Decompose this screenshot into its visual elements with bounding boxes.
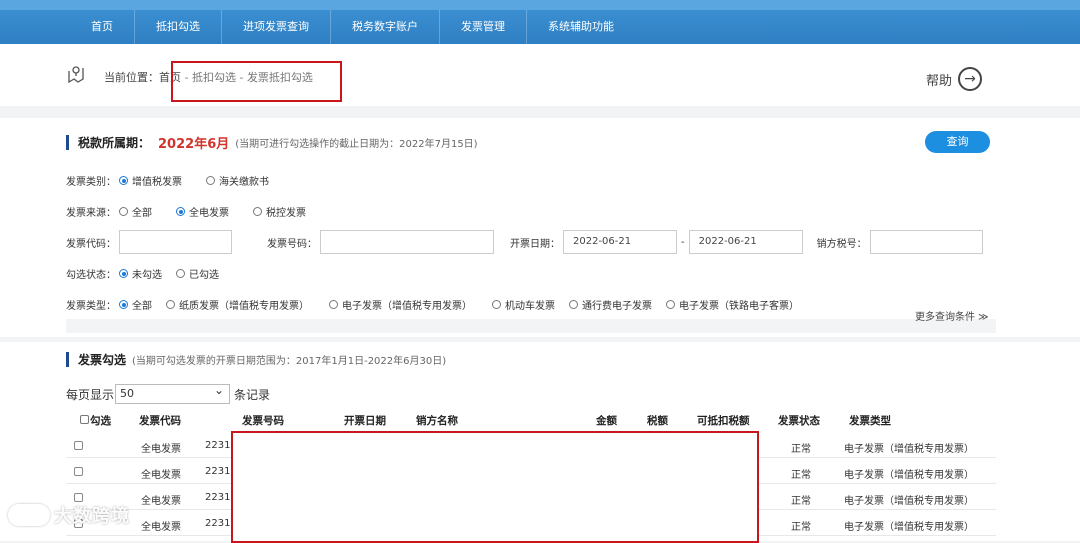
help-link[interactable]: 帮助 → xyxy=(926,67,983,91)
row-checkbox[interactable] xyxy=(74,493,83,502)
date-from-input[interactable]: 2022-06-21 xyxy=(563,230,677,254)
section-divider xyxy=(0,337,1080,342)
radio-type-all[interactable]: 全部 xyxy=(119,297,152,312)
radio-type-toll[interactable]: 通行费电子发票 xyxy=(569,297,652,312)
breadcrumb-prefix: 当前位置： xyxy=(104,71,159,84)
radio-selected[interactable]: 已勾选 xyxy=(176,266,219,281)
query-button[interactable]: 查询 xyxy=(925,131,990,153)
nav-deduction-select[interactable]: 抵扣勾选 xyxy=(135,10,222,44)
radio-source-full-digital[interactable]: 全电发票 xyxy=(176,204,229,219)
search-inputs-row: 发票代码： 发票号码： 开票日期： 2022-06-21 - 2022-06-2… xyxy=(66,230,983,254)
page-size-control: 每页显示 50 条记录 xyxy=(66,381,270,404)
radio-type-electronic-vat[interactable]: 电子发票（增值税专用发票） xyxy=(329,297,472,312)
page-size-select[interactable]: 50 xyxy=(115,381,231,404)
table-header: 勾选 发票代码 发票号码 开票日期 销方名称 金额 税额 可抵扣税额 发票状态 … xyxy=(66,410,996,432)
redaction-box xyxy=(231,431,759,543)
row-checkbox[interactable] xyxy=(74,467,83,476)
select-status-row: 勾选状态： 未勾选 已勾选 xyxy=(66,266,243,281)
nav-input-invoice-query[interactable]: 进项发票查询 xyxy=(222,10,331,44)
invoice-number-input[interactable] xyxy=(320,230,494,254)
select-all-checkbox[interactable] xyxy=(80,415,89,424)
more-conditions-toggle[interactable]: 更多查询条件 ≫ xyxy=(915,308,989,323)
radio-type-paper-vat[interactable]: 纸质发票（增值税专用发票） xyxy=(166,297,309,312)
invoice-code-input[interactable] xyxy=(119,230,232,254)
nav-system-tools[interactable]: 系统辅助功能 xyxy=(527,10,635,44)
invoice-select-hint: (当期可勾选发票的开票日期范围为：2017年1月1日-2022年6月30日) xyxy=(132,356,447,367)
nav-home[interactable]: 首页 xyxy=(70,10,135,44)
radio-source-tax-control[interactable]: 税控发票 xyxy=(253,204,306,219)
watermark: 大数跨境 xyxy=(8,502,130,528)
help-label: 帮助 xyxy=(926,73,953,89)
invoice-source-row: 发票来源： 全部 全电发票 税控发票 xyxy=(66,204,330,219)
invoice-select-title: 发票勾选 (当期可勾选发票的开票日期范围为：2017年1月1日-2022年6月3… xyxy=(66,351,446,368)
radio-customs-payment[interactable]: 海关缴款书 xyxy=(206,173,269,188)
date-to-input[interactable]: 2022-06-21 xyxy=(688,230,803,254)
seller-tax-id-input[interactable] xyxy=(869,230,983,254)
location-icon xyxy=(68,66,84,84)
nav-invoice-management[interactable]: 发票管理 xyxy=(440,10,527,44)
main-panel: 税款所属期： 2022年6月 (当期可进行勾选操作的截止日期为：2022年7月1… xyxy=(0,118,1080,543)
main-nav: 首页 抵扣勾选 进项发票查询 税务数字账户 发票管理 系统辅助功能 xyxy=(70,10,635,44)
radio-source-all[interactable]: 全部 xyxy=(119,204,152,219)
radio-unselected[interactable]: 未勾选 xyxy=(119,266,162,281)
watermark-logo-icon xyxy=(8,504,50,526)
arrow-right-icon: → xyxy=(958,67,983,91)
tax-period-value: 2022年6月 xyxy=(158,137,230,152)
radio-type-vehicle[interactable]: 机动车发票 xyxy=(492,297,555,312)
breadcrumb-bar: 当前位置：首页 - 抵扣勾选 - 发票抵扣勾选 帮助 → xyxy=(0,44,1080,106)
invoice-category-row: 发票类别： 增值税发票 海关缴款书 xyxy=(66,173,293,188)
invoice-type-row: 发票类型： 全部 纸质发票（增值税专用发票） 电子发票（增值税专用发票） 机动车… xyxy=(66,297,799,312)
nav-tax-digital-account[interactable]: 税务数字账户 xyxy=(331,10,440,44)
radio-vat-invoice[interactable]: 增值税发票 xyxy=(119,173,182,188)
top-navigation-bar: 首页 抵扣勾选 进项发票查询 税务数字账户 发票管理 系统辅助功能 xyxy=(0,0,1080,44)
tax-period-hint: (当期可进行勾选操作的截止日期为：2022年7月15日) xyxy=(235,139,478,150)
radio-type-railway[interactable]: 电子发票（铁路电子客票） xyxy=(666,297,799,312)
highlight-annotation-box xyxy=(171,61,342,102)
tax-period-title: 税款所属期： 2022年6月 (当期可进行勾选操作的截止日期为：2022年7月1… xyxy=(66,133,478,152)
row-checkbox[interactable] xyxy=(74,441,83,450)
more-conditions-bar xyxy=(66,319,996,333)
